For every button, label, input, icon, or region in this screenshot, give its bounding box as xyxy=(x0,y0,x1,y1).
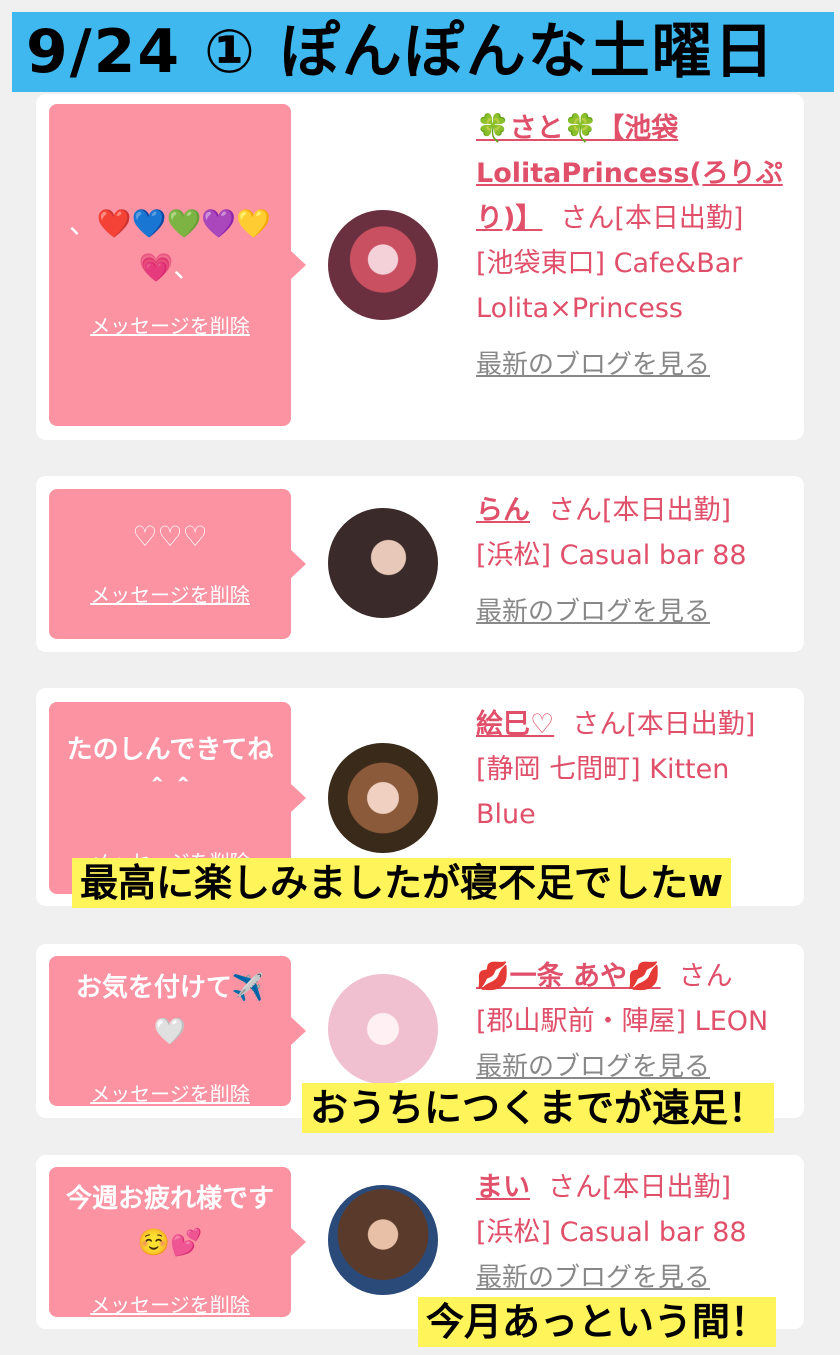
delete-message-link[interactable]: メッセージを削除 xyxy=(49,310,291,339)
user-name-link[interactable]: 絵巳♡ xyxy=(476,709,554,740)
caption-overlay: 最高に楽しみましたが寝不足でしたw xyxy=(72,858,732,908)
message-text: 今週お疲れ様です ☺️💕 xyxy=(65,1184,274,1258)
shop-location: [静岡 七間町] Kitten Blue xyxy=(476,754,730,830)
honorific-status: さん[本日出勤] xyxy=(548,495,732,526)
message-text: 、❤️💙💚💜💛 💗、 xyxy=(68,207,272,284)
user-info: 🍀さと🍀【池袋LolitaPrincess(ろりぷり)】 さん[本日出勤] [池袋… xyxy=(476,106,796,388)
user-info: 絵巳♡ さん[本日出勤] [静岡 七間町] Kitten Blue xyxy=(476,702,796,837)
shop-location: [池袋東口] Cafe&Bar Lolita×Princess xyxy=(476,248,743,324)
latest-blog-link[interactable]: 最新のブログを見る xyxy=(476,343,710,388)
latest-blog-link[interactable]: 最新のブログを見る xyxy=(476,1256,710,1301)
delete-message-link[interactable]: メッセージを削除 xyxy=(49,1289,291,1318)
caption-overlay: おうちにつくまでが遠足！ xyxy=(302,1083,775,1133)
message-bubble: お気を付けて✈️ 🤍 メッセージを削除 xyxy=(49,956,306,1107)
user-info: まい さん[本日出勤] [浜松] Casual bar 88 最新のブログを見る xyxy=(476,1165,796,1301)
latest-blog-link[interactable]: 最新のブログを見る xyxy=(476,590,710,635)
delete-message-link[interactable]: メッセージを削除 xyxy=(49,1078,291,1107)
avatar[interactable] xyxy=(328,508,438,618)
honorific-status: さん[本日出勤] xyxy=(560,203,744,234)
banner-title: 9/24 ① ぽんぽんな土曜日 xyxy=(26,17,776,87)
avatar[interactable] xyxy=(328,1185,438,1295)
message-text: お気を付けて✈️ 🤍 xyxy=(75,973,265,1047)
message-bubble: 今週お疲れ様です ☺️💕 メッセージを削除 xyxy=(49,1167,306,1318)
shop-location: [浜松] Casual bar 88 xyxy=(476,1217,747,1248)
message-card: 、❤️💙💚💜💛 💗、 メッセージを削除 🍀さと🍀【池袋LolitaPrinces… xyxy=(36,94,804,440)
honorific-status: さん[本日出勤] xyxy=(572,709,756,740)
avatar[interactable] xyxy=(328,974,438,1084)
honorific-status: さん xyxy=(678,961,733,992)
title-banner: 9/24 ① ぽんぽんな土曜日 xyxy=(12,12,834,92)
message-bubble: 、❤️💙💚💜💛 💗、 メッセージを削除 xyxy=(49,104,306,426)
message-text: たのしんできてね ＾＾ xyxy=(66,735,274,809)
caption-overlay: 今月あっという間！ xyxy=(418,1297,777,1347)
honorific-status: さん[本日出勤] xyxy=(548,1172,732,1203)
user-name-link[interactable]: まい xyxy=(476,1172,530,1203)
user-name-link[interactable]: らん xyxy=(476,495,530,526)
shop-location: [浜松] Casual bar 88 xyxy=(476,540,747,571)
user-name-link[interactable]: 💋一条 あや💋 xyxy=(476,961,661,992)
delete-message-link[interactable]: メッセージを削除 xyxy=(49,579,291,608)
avatar[interactable] xyxy=(328,210,438,320)
message-bubble: ♡♡♡ メッセージを削除 xyxy=(49,489,306,639)
shop-location: [郡山駅前・陣屋] LEON xyxy=(476,1006,769,1037)
message-text: ♡♡♡ xyxy=(132,520,208,553)
avatar[interactable] xyxy=(328,743,438,853)
user-info: 💋一条 あや💋 さん [郡山駅前・陣屋] LEON 最新のブログを見る xyxy=(476,954,796,1090)
message-card: ♡♡♡ メッセージを削除 らん さん[本日出勤] [浜松] Casual bar … xyxy=(36,476,804,652)
user-info: らん さん[本日出勤] [浜松] Casual bar 88 最新のブログを見る xyxy=(476,488,796,635)
